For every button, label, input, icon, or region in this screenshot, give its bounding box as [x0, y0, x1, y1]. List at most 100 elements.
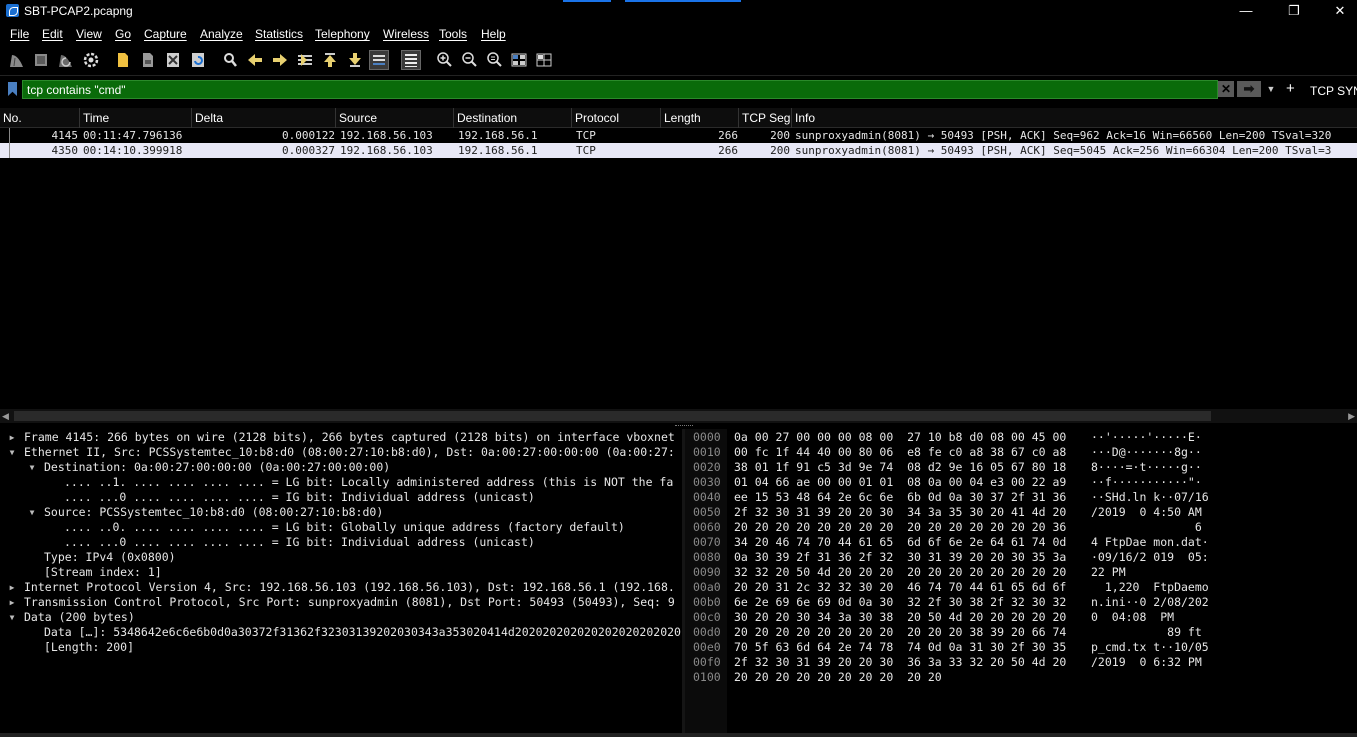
- tree-expanded-icon[interactable]: ▼: [27, 505, 37, 520]
- packet-list-horizontal-scrollbar[interactable]: ◀ ▶: [0, 409, 1357, 423]
- column-header-tcp-seg[interactable]: TCP Seg: [739, 108, 792, 128]
- go-last-icon[interactable]: [346, 51, 364, 69]
- menu-edit[interactable]: Edit: [42, 27, 63, 41]
- bytes-row[interactable]: 0090 32 32 20 50 4d 20 20 20 20 20 20 20 …: [685, 565, 1357, 580]
- bytes-row[interactable]: 0020 38 01 1f 91 c5 3d 9e 74 08 d2 9e 16 …: [685, 460, 1357, 475]
- splitter-grip[interactable]: [675, 425, 693, 427]
- ascii-bytes: 22 PM: [1091, 565, 1202, 579]
- column-header-length[interactable]: Length: [661, 108, 739, 128]
- minimize-button[interactable]: —: [1223, 0, 1269, 22]
- tree-collapsed-icon[interactable]: ▶: [7, 430, 17, 445]
- add-filter-button-icon[interactable]: +: [1286, 80, 1295, 98]
- tree-expanded-icon[interactable]: ▼: [7, 445, 17, 460]
- menu-help[interactable]: Help: [481, 27, 506, 41]
- bytes-row[interactable]: 0010 00 fc 1f 44 40 00 80 06 e8 fe c0 a8 …: [685, 445, 1357, 460]
- filter-button-tcp-syn[interactable]: TCP SYN: [1310, 84, 1357, 98]
- normal-size-icon[interactable]: [485, 51, 503, 69]
- shark-fin-start-icon[interactable]: [8, 51, 26, 69]
- go-forward-icon[interactable]: [271, 51, 289, 69]
- menu-analyze[interactable]: Analyze: [200, 27, 243, 41]
- find-packet-icon[interactable]: [221, 51, 239, 69]
- menu-statistics[interactable]: Statistics: [255, 27, 303, 41]
- detail-tree-line[interactable]: Destination: 0a:00:27:00:00:00 (0a:00:27…: [44, 460, 390, 475]
- tree-collapsed-icon[interactable]: ▶: [7, 580, 17, 595]
- bookmark-icon[interactable]: [8, 82, 17, 96]
- bytes-row[interactable]: 00b0 6e 2e 69 6e 69 0d 0a 30 32 2f 30 38 …: [685, 595, 1357, 610]
- zoom-out-icon[interactable]: [460, 51, 478, 69]
- detail-tree-line[interactable]: Ethernet II, Src: PCSSystemtec_10:b8:d0 …: [24, 445, 675, 460]
- scroll-left-icon[interactable]: ◀: [2, 411, 9, 422]
- details-horizontal-scrollbar[interactable]: [0, 733, 1357, 737]
- tree-expanded-icon[interactable]: ▼: [7, 610, 17, 625]
- go-back-icon[interactable]: [246, 51, 264, 69]
- restart-icon[interactable]: [57, 51, 75, 69]
- menu-wireless[interactable]: Wireless: [383, 27, 429, 41]
- restore-button[interactable]: ❐: [1271, 0, 1317, 22]
- bytes-row[interactable]: 0050 2f 32 30 31 39 20 20 30 34 3a 35 30 …: [685, 505, 1357, 520]
- detail-tree-line[interactable]: Frame 4145: 266 bytes on wire (2128 bits…: [24, 430, 675, 445]
- filter-history-dropdown-icon[interactable]: ▼: [1265, 81, 1277, 97]
- bytes-row[interactable]: 0000 0a 00 27 00 00 00 08 00 27 10 b8 d0 …: [685, 430, 1357, 445]
- bytes-row[interactable]: 0060 20 20 20 20 20 20 20 20 20 20 20 20 …: [685, 520, 1357, 535]
- scrollbar-thumb[interactable]: [14, 411, 1211, 421]
- menu-tools[interactable]: Tools: [439, 27, 467, 41]
- detail-tree-line[interactable]: [Length: 200]: [44, 640, 134, 655]
- bytes-row[interactable]: 00e0 70 5f 63 6d 64 2e 74 78 74 0d 0a 31 …: [685, 640, 1357, 655]
- clear-filter-icon[interactable]: ✕: [1218, 81, 1234, 97]
- menu-capture[interactable]: Capture: [144, 27, 187, 41]
- bytes-row[interactable]: 0030 01 04 66 ae 00 00 01 01 08 0a 00 04 …: [685, 475, 1357, 490]
- resize-columns-icon[interactable]: [510, 51, 528, 69]
- column-header-time[interactable]: Time: [80, 108, 192, 128]
- detail-tree-line[interactable]: .... ..1. .... .... .... .... = LG bit: …: [64, 475, 673, 490]
- menu-go[interactable]: Go: [115, 27, 131, 41]
- detail-tree-line[interactable]: .... ..0. .... .... .... .... = LG bit: …: [64, 520, 625, 535]
- column-header-info[interactable]: Info: [792, 108, 1357, 128]
- autoscroll-icon[interactable]: [369, 50, 389, 70]
- detail-tree-line[interactable]: Internet Protocol Version 4, Src: 192.16…: [24, 580, 675, 595]
- bytes-row[interactable]: 00f0 2f 32 30 31 39 20 20 30 36 3a 33 32 …: [685, 655, 1357, 670]
- bytes-row[interactable]: 00d0 20 20 20 20 20 20 20 20 20 20 20 38 …: [685, 625, 1357, 640]
- bytes-row[interactable]: 0080 0a 30 39 2f 31 36 2f 32 30 31 39 20 …: [685, 550, 1357, 565]
- menu-telephony[interactable]: Telephony: [315, 27, 370, 41]
- column-header-delta[interactable]: Delta: [192, 108, 336, 128]
- zoom-in-icon[interactable]: [435, 51, 453, 69]
- detail-tree-line[interactable]: Transmission Control Protocol, Src Port:…: [24, 595, 675, 610]
- open-file-icon[interactable]: [114, 51, 132, 69]
- stop-icon[interactable]: [32, 51, 50, 69]
- detail-tree-line[interactable]: [Stream index: 1]: [44, 565, 162, 580]
- detail-tree-line[interactable]: Data (200 bytes): [24, 610, 135, 625]
- display-filter-bar: ✕ ➡ ▼ + TCP SYN: [0, 78, 1357, 102]
- display-filter-input[interactable]: [22, 80, 1218, 99]
- detail-tree-line[interactable]: Source: PCSSystemtec_10:b8:d0 (08:00:27:…: [44, 505, 383, 520]
- close-button[interactable]: ✕: [1317, 0, 1357, 22]
- go-to-packet-icon[interactable]: [296, 51, 314, 69]
- column-header-destination[interactable]: Destination: [454, 108, 572, 128]
- bytes-row[interactable]: 0100 20 20 20 20 20 20 20 20 20 20: [685, 670, 1357, 685]
- bytes-row[interactable]: 0040 ee 15 53 48 64 2e 6c 6e 6b 0d 0a 30 …: [685, 490, 1357, 505]
- column-header-protocol[interactable]: Protocol: [572, 108, 661, 128]
- menu-file[interactable]: File: [10, 27, 29, 41]
- go-first-icon[interactable]: [321, 51, 339, 69]
- scroll-right-icon[interactable]: ▶: [1348, 411, 1355, 422]
- reload-icon[interactable]: [189, 51, 207, 69]
- bytes-row[interactable]: 00a0 20 20 31 2c 32 32 30 20 46 74 70 44 …: [685, 580, 1357, 595]
- menu-view[interactable]: View: [76, 27, 102, 41]
- column-header-no[interactable]: No.: [0, 108, 80, 128]
- tree-expanded-icon[interactable]: ▼: [27, 460, 37, 475]
- bytes-row[interactable]: 0070 34 20 46 74 70 44 61 65 6d 6f 6e 2e …: [685, 535, 1357, 550]
- save-file-icon[interactable]: [139, 51, 157, 69]
- detail-tree-line[interactable]: Type: IPv4 (0x0800): [44, 550, 176, 565]
- column-header-source[interactable]: Source: [336, 108, 454, 128]
- apply-filter-icon[interactable]: ➡: [1237, 81, 1261, 97]
- capture-options-icon[interactable]: [82, 51, 100, 69]
- tree-collapsed-icon[interactable]: ▶: [7, 595, 17, 610]
- bytes-row[interactable]: 00c0 30 20 20 30 34 3a 30 38 20 50 4d 20 …: [685, 610, 1357, 625]
- close-file-icon[interactable]: [164, 51, 182, 69]
- detail-tree-line[interactable]: .... ...0 .... .... .... .... = IG bit: …: [64, 535, 535, 550]
- detail-tree-line[interactable]: .... ...0 .... .... .... .... = IG bit: …: [64, 490, 535, 505]
- packet-row-selected[interactable]: 4350 00:14:10.399918 0.000327 192.168.56…: [0, 143, 1357, 158]
- packet-row[interactable]: 4145 00:11:47.796136 0.000122 192.168.56…: [0, 128, 1357, 143]
- detail-tree-line[interactable]: Data […]: 5348642e6c6e6b0d0a30372f31362f…: [44, 625, 681, 640]
- colorize-icon[interactable]: [401, 50, 421, 70]
- expand-all-icon[interactable]: [535, 51, 553, 69]
